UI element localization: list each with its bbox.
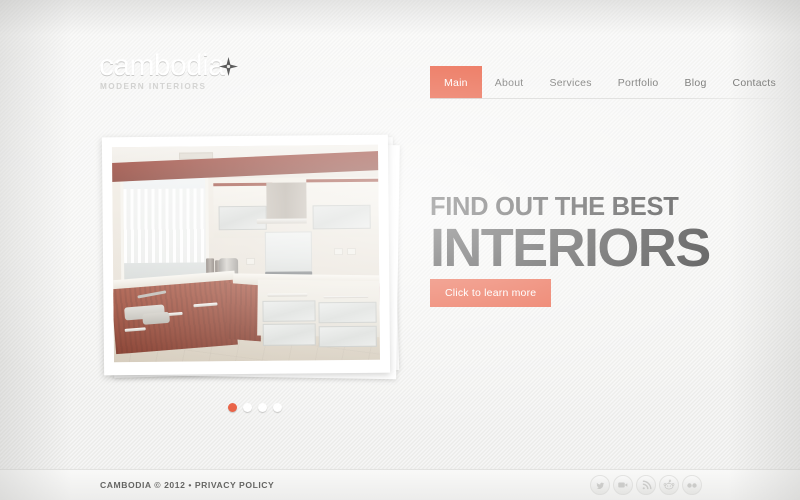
kitchen-backsplash (264, 231, 313, 275)
footer-copyright[interactable]: CAMBODIA © 2012 • PRIVACY POLICY (100, 480, 274, 490)
hero-copy: FIND OUT THE BEST INTERIORS Click to lea… (430, 193, 760, 307)
site-footer: CAMBODIA © 2012 • PRIVACY POLICY (0, 469, 800, 500)
kitchen-drawer-2 (318, 301, 377, 324)
hero-slider: FIND OUT THE BEST INTERIORS Click to lea… (0, 0, 800, 440)
rss-icon[interactable] (636, 475, 656, 495)
page-root: cambodia MODERN INTERIORS Main About Ser… (0, 0, 800, 500)
kitchen-drawer-1 (262, 300, 316, 323)
kitchen-outlet-3 (246, 257, 256, 265)
slider-dot-3[interactable] (258, 403, 267, 412)
twitter-icon[interactable] (590, 475, 610, 495)
slider-pagination (228, 403, 282, 412)
kitchen-curtain (123, 187, 206, 263)
kitchen-base-cabinet-corner (224, 282, 261, 341)
slider-dot-2[interactable] (243, 403, 252, 412)
kitchen-sink-bowl (142, 311, 170, 325)
youtube-icon[interactable] (613, 475, 633, 495)
slide-photo-frame[interactable] (101, 134, 391, 376)
kitchen-outlet-1 (333, 248, 343, 256)
hero-heading: INTERIORS (430, 218, 711, 278)
slider-dot-1[interactable] (228, 403, 237, 412)
social-links (590, 475, 702, 495)
kitchen-window (120, 174, 210, 287)
slide-photo-kitchen-interior (111, 144, 381, 363)
kitchen-drawer-3 (262, 323, 317, 346)
learn-more-button[interactable]: Click to learn more (430, 279, 552, 307)
hero-subheading: FIND OUT THE BEST (430, 193, 679, 221)
kitchen-handle-2 (323, 295, 369, 299)
flickr-icon[interactable] (682, 475, 702, 495)
slider-dot-4[interactable] (273, 403, 282, 412)
reddit-icon[interactable] (659, 475, 679, 495)
kitchen-cabinet-glass-right (312, 204, 371, 230)
kitchen-range-hood (266, 181, 310, 224)
kitchen-outlet-2 (347, 248, 357, 256)
kitchen-drawer-4 (318, 325, 378, 348)
kitchen-handle-1 (267, 293, 308, 297)
